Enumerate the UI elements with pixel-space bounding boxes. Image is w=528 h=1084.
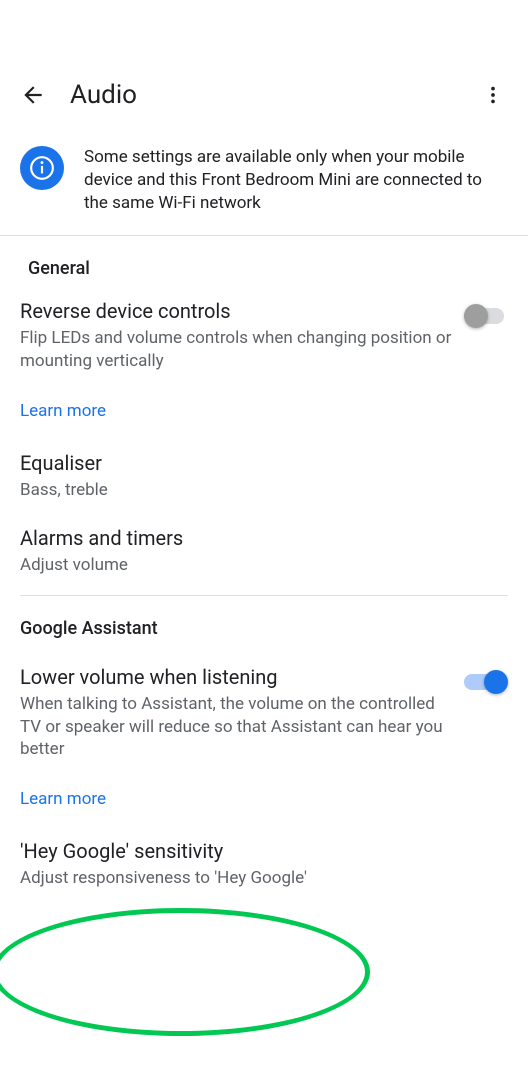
learn-more-link-general[interactable]: Learn more xyxy=(0,383,528,439)
section-header-assistant: Google Assistant xyxy=(0,604,528,649)
back-button[interactable] xyxy=(20,82,46,108)
hey-google-sensitivity-row[interactable]: 'Hey Google' sensitivity Adjust responsi… xyxy=(0,827,528,896)
alarms-title: Alarms and timers xyxy=(20,526,496,550)
lower-volume-title: Lower volume when listening xyxy=(20,665,452,689)
annotation-highlight xyxy=(0,908,370,1036)
equaliser-row[interactable]: Equaliser Bass, treble xyxy=(0,439,528,508)
reverse-device-controls-row[interactable]: Reverse device controls Flip LEDs and vo… xyxy=(0,289,528,383)
lower-volume-sub: When talking to Assistant, the volume on… xyxy=(20,693,452,762)
lower-volume-row[interactable]: Lower volume when listening When talking… xyxy=(0,649,528,772)
reverse-toggle[interactable] xyxy=(464,301,508,329)
equaliser-title: Equaliser xyxy=(20,451,496,475)
lower-volume-toggle[interactable] xyxy=(464,667,508,695)
section-header-general: General xyxy=(0,236,528,289)
equaliser-sub: Bass, treble xyxy=(20,479,496,502)
learn-more-link-assistant[interactable]: Learn more xyxy=(0,771,528,827)
info-icon-wrap xyxy=(20,146,64,190)
arrow-left-icon xyxy=(20,82,46,108)
more-menu-button[interactable] xyxy=(478,80,508,110)
info-banner-text: Some settings are available only when yo… xyxy=(84,146,508,215)
sensitivity-sub: Adjust responsiveness to 'Hey Google' xyxy=(20,867,496,890)
sensitivity-title: 'Hey Google' sensitivity xyxy=(20,839,496,863)
reverse-title: Reverse device controls xyxy=(20,299,452,323)
reverse-sub: Flip LEDs and volume controls when chang… xyxy=(20,327,452,373)
info-banner: Some settings are available only when yo… xyxy=(0,130,528,236)
more-vert-icon xyxy=(482,84,504,106)
alarms-timers-row[interactable]: Alarms and timers Adjust volume xyxy=(0,508,528,587)
info-icon xyxy=(29,155,55,181)
divider xyxy=(20,595,508,596)
alarms-sub: Adjust volume xyxy=(20,554,496,577)
page-title: Audio xyxy=(70,80,478,110)
